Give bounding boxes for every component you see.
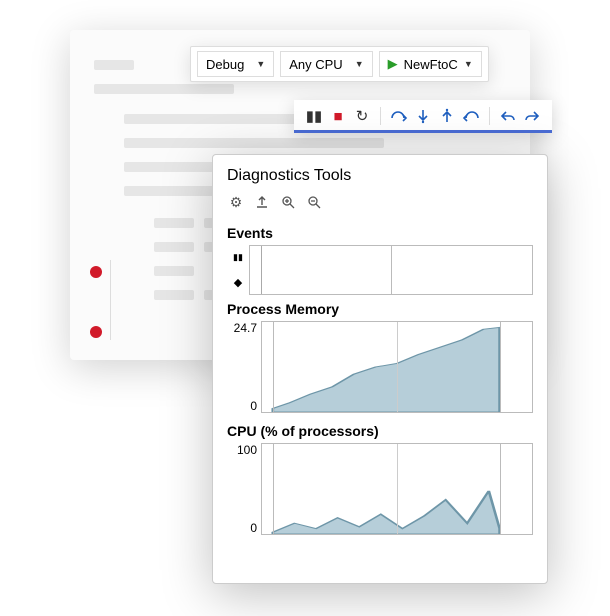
step-over-icon[interactable]: [389, 106, 409, 126]
pause-icon[interactable]: ▮▮: [304, 106, 324, 126]
play-icon: ▶: [388, 56, 398, 72]
platform-dropdown[interactable]: Any CPU ▼: [280, 51, 372, 77]
pause-marker-icon: ▮▮: [233, 252, 243, 263]
configuration-dropdown[interactable]: Debug ▼: [197, 51, 274, 77]
step-back-icon[interactable]: [461, 106, 481, 126]
start-debug-dropdown[interactable]: ▶ NewFtoC ▼: [379, 51, 482, 77]
events-timeline[interactable]: ▮▮ ◆: [227, 245, 533, 295]
breakpoint-marker[interactable]: [90, 326, 102, 338]
step-out-icon[interactable]: [437, 106, 457, 126]
diagnostics-panel: Diagnostics Tools ⚙ Events ▮▮ ◆ Process …: [212, 154, 548, 584]
step-into-icon[interactable]: [413, 106, 433, 126]
breakpoint-marker[interactable]: [90, 266, 102, 278]
zoom-out-icon[interactable]: [305, 193, 323, 211]
cpu-heading: CPU (% of processors): [227, 423, 533, 439]
platform-label: Any CPU: [289, 57, 342, 72]
diagnostics-title: Diagnostics Tools: [227, 167, 533, 185]
memory-ymin: 0: [250, 399, 257, 413]
configuration-label: Debug: [206, 57, 244, 72]
separator: [489, 107, 490, 125]
separator: [380, 107, 381, 125]
diamond-marker-icon: ◆: [234, 276, 242, 289]
cpu-ymax: 100: [237, 443, 257, 457]
settings-icon[interactable]: ⚙: [227, 193, 245, 211]
run-config-toolbar: Debug ▼ Any CPU ▼ ▶ NewFtoC ▼: [190, 46, 489, 82]
zoom-in-icon[interactable]: [279, 193, 297, 211]
cpu-ymin: 0: [250, 521, 257, 535]
debug-toolbar: ▮▮ ■ ↻: [294, 100, 552, 133]
redo-icon[interactable]: [522, 106, 542, 126]
events-heading: Events: [227, 225, 533, 241]
cpu-chart[interactable]: 100 0: [227, 443, 533, 535]
caret-down-icon: ▼: [464, 59, 473, 69]
caret-down-icon: ▼: [355, 59, 364, 69]
restart-icon[interactable]: ↻: [352, 106, 372, 126]
export-icon[interactable]: [253, 193, 271, 211]
start-target-label: NewFtoC: [404, 57, 458, 72]
memory-chart[interactable]: 24.7 0: [227, 321, 533, 413]
diagnostics-toolbar: ⚙: [227, 193, 533, 211]
memory-ymax: 24.7: [234, 321, 257, 335]
memory-heading: Process Memory: [227, 301, 533, 317]
stop-icon[interactable]: ■: [328, 106, 348, 126]
undo-icon[interactable]: [498, 106, 518, 126]
caret-down-icon: ▼: [256, 59, 265, 69]
